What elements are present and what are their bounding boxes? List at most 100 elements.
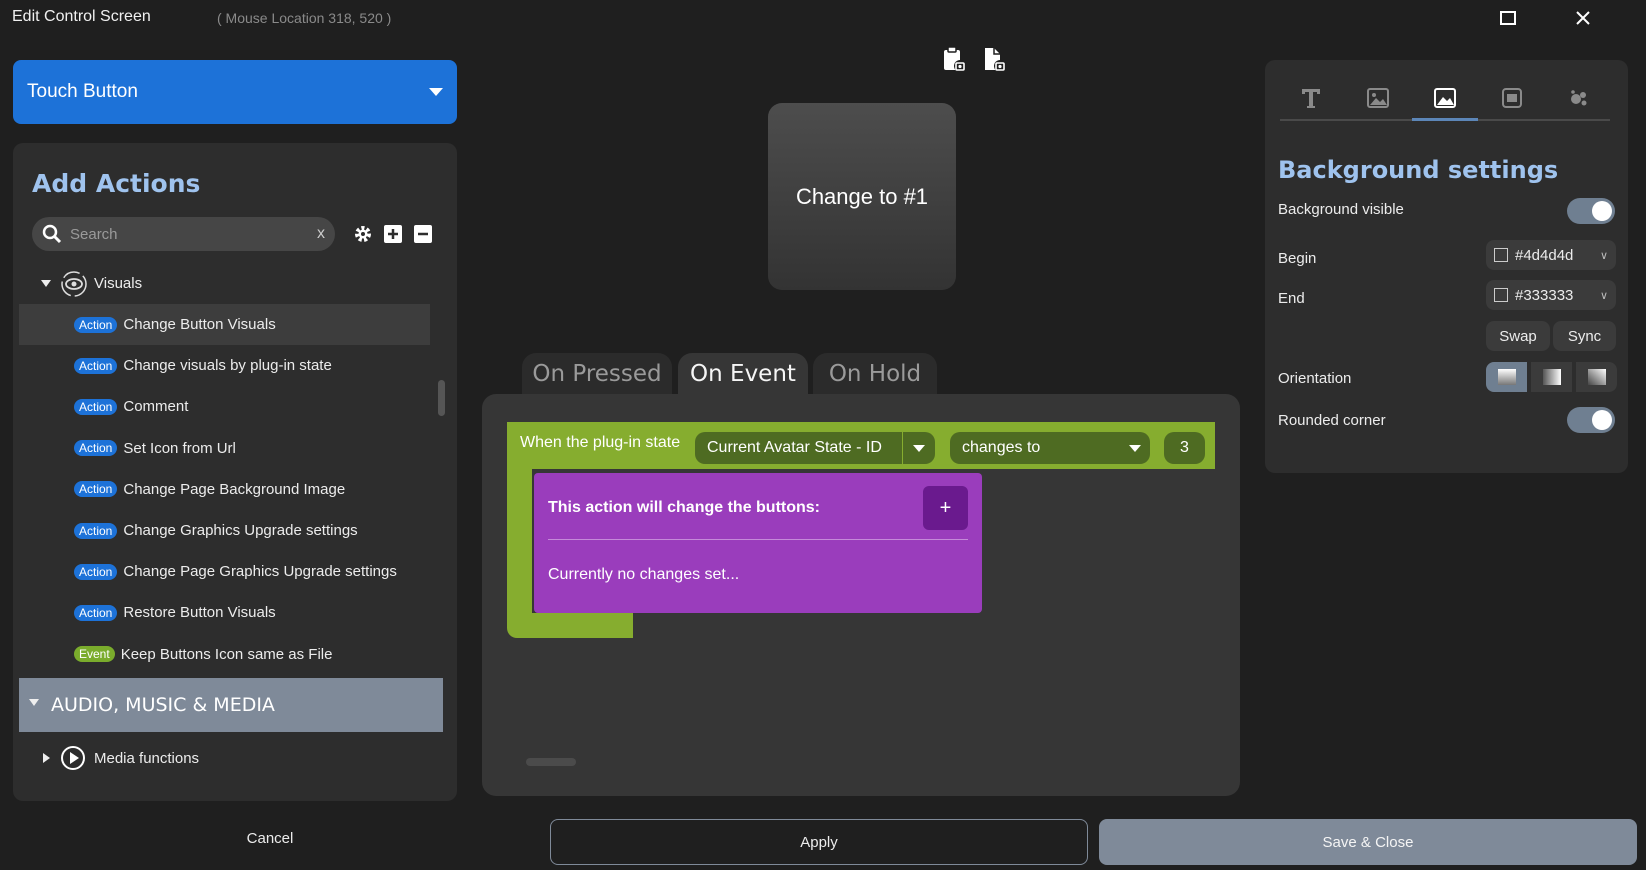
apply-button[interactable]: Apply [550, 819, 1088, 865]
collapsed-arrow-icon [43, 753, 50, 763]
tree-group-media-functions[interactable]: Media functions [43, 738, 199, 778]
event-block-label: When the plug-in state [520, 434, 681, 451]
tab-text-style[interactable] [1278, 78, 1344, 118]
begin-color-select[interactable]: #4d4d4d ∨ [1486, 240, 1616, 270]
search-input[interactable] [70, 225, 317, 243]
state-value-field[interactable]: 3 [1164, 432, 1205, 464]
close-button[interactable] [1571, 6, 1595, 30]
type-badge: Action [74, 522, 118, 539]
type-badge: Action [74, 604, 118, 621]
button-preview[interactable]: Change to #1 [768, 103, 956, 290]
tab-on-event[interactable]: On Event [678, 353, 808, 395]
list-item-label: Change Graphics Upgrade settings [123, 522, 358, 539]
orientation-vertical-button[interactable] [1486, 362, 1527, 392]
play-icon [61, 746, 85, 770]
category-label: AUDIO, MUSIC & MEDIA [51, 694, 275, 716]
tab-effects[interactable] [1546, 78, 1612, 118]
list-item-label: Change Page Graphics Upgrade settings [123, 563, 397, 581]
text-icon [1302, 89, 1320, 108]
close-icon [1576, 11, 1590, 25]
tab-background[interactable] [1412, 78, 1478, 118]
sync-button[interactable]: Sync [1553, 321, 1616, 351]
tab-overlay[interactable] [1479, 78, 1545, 118]
expand-arrow-icon [29, 698, 39, 706]
clipboard-icon [944, 46, 966, 72]
collapse-all-button[interactable] [412, 223, 434, 245]
list-item[interactable]: Event Keep Buttons Icon same as File [19, 634, 430, 675]
end-color-select[interactable]: #333333 ∨ [1486, 280, 1616, 310]
orientation-label: Orientation [1278, 370, 1352, 387]
tab-on-pressed[interactable]: On Pressed [522, 353, 672, 395]
list-item-label: Restore Button Visuals [123, 604, 276, 622]
action-note: Currently no changes set... [548, 566, 740, 583]
settings-button[interactable] [352, 223, 374, 245]
save-close-button[interactable]: Save & Close [1099, 819, 1637, 865]
swap-button[interactable]: Swap [1486, 321, 1550, 351]
change-visuals-action[interactable] [534, 473, 982, 613]
chevron-down-icon [1120, 444, 1150, 452]
type-badge: Action [74, 481, 118, 498]
control-type-select[interactable]: Touch Button [13, 60, 457, 124]
plugin-state-select[interactable]: Current Avatar State - ID [695, 432, 935, 464]
plus-square-icon [384, 225, 402, 243]
tree-scrollbar[interactable] [438, 380, 445, 416]
list-item[interactable]: Action Change Page Graphics Upgrade setti… [19, 551, 430, 592]
category-audio-music-media[interactable]: AUDIO, MUSIC & MEDIA [19, 678, 443, 732]
preview-text: Change to #1 [795, 183, 929, 209]
gradient-diagonal-icon [1587, 369, 1606, 385]
chevron-down-icon [429, 88, 443, 96]
list-item-label: Change Button Visuals [123, 316, 276, 333]
tree-group-visuals[interactable]: Visuals [38, 263, 457, 304]
effects-icon [1571, 90, 1587, 106]
list-item[interactable]: Action Change Graphics Upgrade settings [19, 510, 430, 551]
list-item[interactable]: Action Change Button Visuals [19, 304, 430, 345]
begin-color-value: #4d4d4d [1515, 246, 1574, 264]
type-badge: Action [74, 357, 118, 374]
maximize-button[interactable] [1496, 6, 1520, 30]
tab-icon-image[interactable] [1345, 78, 1411, 118]
overlay-icon [1502, 88, 1522, 108]
paste-button[interactable] [942, 46, 968, 74]
plugin-state-value: Current Avatar State - ID [707, 439, 882, 456]
background-visible-toggle[interactable] [1567, 198, 1615, 224]
color-swatch [1494, 248, 1508, 262]
list-item[interactable]: Action Restore Button Visuals [19, 592, 430, 633]
type-badge: Action [74, 440, 118, 457]
minus-square-icon [414, 225, 432, 243]
cancel-button[interactable]: Cancel [200, 830, 340, 847]
list-item[interactable]: Action Change visuals by plug-in state [19, 345, 430, 386]
event-block-body [507, 469, 532, 613]
background-visible-label: Background visible [1278, 201, 1404, 218]
panel-title: Add Actions [32, 169, 201, 198]
mouse-location-readout: ( Mouse Location 318, 520 ) [217, 10, 392, 26]
rounded-corner-toggle[interactable] [1567, 407, 1615, 433]
expand-all-button[interactable] [382, 223, 404, 245]
list-item[interactable]: Action Comment [19, 386, 430, 427]
state-value: 3 [1180, 439, 1189, 456]
clear-search-button[interactable]: x [317, 225, 325, 243]
tree-group-label: Visuals [94, 275, 143, 292]
orientation-horizontal-button[interactable] [1531, 362, 1572, 392]
gradient-horizontal-icon [1542, 369, 1561, 385]
gradient-vertical-icon [1497, 369, 1516, 385]
condition-select[interactable]: changes to [950, 432, 1150, 464]
editor-scrollbar[interactable] [526, 758, 576, 766]
type-badge: Event [74, 646, 115, 663]
add-change-button[interactable]: + [923, 486, 968, 530]
list-item[interactable]: Action Change Page Background Image [19, 469, 430, 510]
list-item[interactable]: Action Set Icon from Url [19, 428, 430, 469]
file-button[interactable] [982, 46, 1008, 74]
search-box[interactable]: x [32, 217, 335, 251]
tab-on-hold[interactable]: On Hold [813, 353, 937, 395]
list-item-label: Set Icon from Url [123, 439, 236, 457]
orientation-diagonal-button[interactable] [1576, 362, 1617, 392]
begin-label: Begin [1278, 250, 1317, 267]
maximize-icon [1500, 11, 1516, 25]
active-tab-indicator [1412, 118, 1478, 121]
window-title: Edit Control Screen [12, 8, 151, 25]
search-icon [42, 224, 62, 244]
file-camera-icon [985, 48, 1006, 72]
divider [548, 539, 968, 540]
section-title: Background settings [1278, 156, 1559, 184]
image-icon [1367, 88, 1389, 108]
